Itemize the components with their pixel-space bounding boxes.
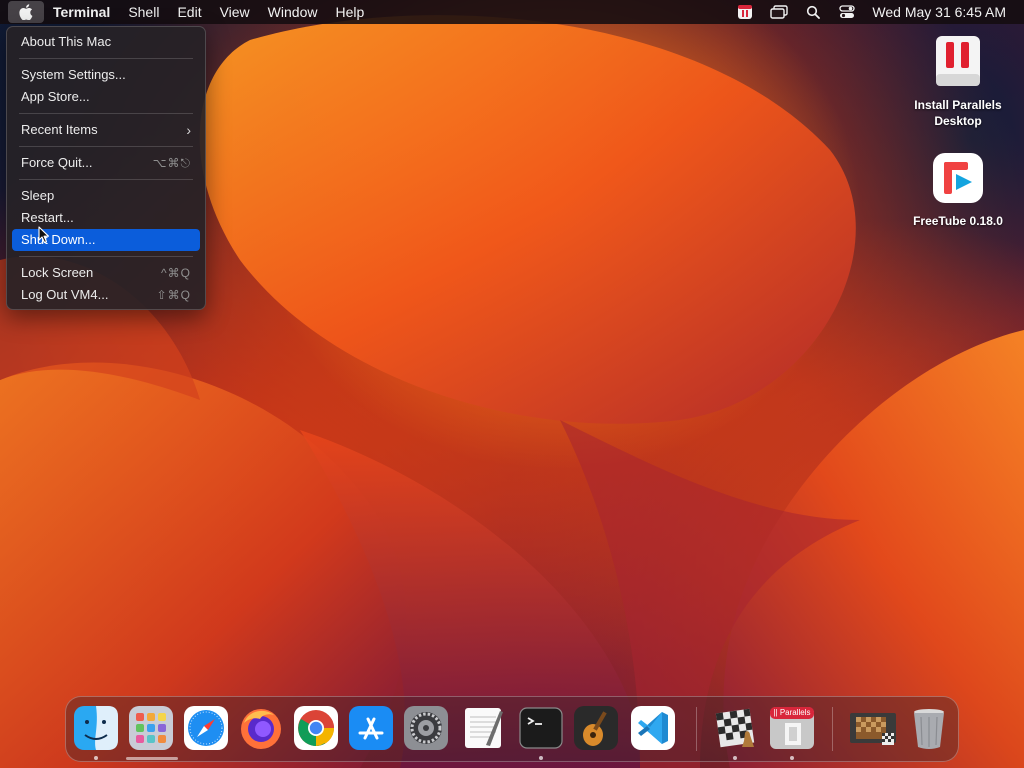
menu-item-label: Recent Items xyxy=(21,122,98,137)
menu-item-app-store[interactable]: App Store... xyxy=(12,86,200,108)
menu-item-label: Log Out VM4... xyxy=(21,287,109,302)
app-store-icon[interactable] xyxy=(348,705,394,751)
menu-item-label: Sleep xyxy=(21,188,55,203)
running-indicator xyxy=(94,756,98,760)
menu-item-label: About This Mac xyxy=(21,34,112,49)
menu-item-recent-items[interactable]: Recent Items › xyxy=(12,119,200,141)
spotlight-search-icon[interactable] xyxy=(796,0,830,24)
menu-item-label: App Store... xyxy=(21,89,90,104)
menu-shell[interactable]: Shell xyxy=(119,0,168,24)
desktop-icon-label: Desktop xyxy=(934,114,982,128)
menu-item-system-settings[interactable]: System Settings... xyxy=(12,64,200,86)
menu-app-name[interactable]: Terminal xyxy=(44,0,119,24)
menu-item-about-this-mac[interactable]: About This Mac xyxy=(12,31,200,53)
chess-icon[interactable] xyxy=(712,705,758,751)
running-indicator xyxy=(733,756,737,760)
menu-item-force-quit[interactable]: Force Quit... ⌥⌘⎋ xyxy=(12,152,200,174)
garageband-icon[interactable] xyxy=(573,705,619,751)
dock: || Parallels xyxy=(65,696,959,762)
menu-item-label: System Settings... xyxy=(21,67,126,82)
mouse-cursor-icon xyxy=(38,226,50,244)
dock-separator xyxy=(696,707,697,751)
freetube-icon xyxy=(933,153,983,203)
control-center-icon[interactable] xyxy=(830,0,864,24)
chevron-right-icon: › xyxy=(186,122,191,138)
parallels-desktop-icon[interactable]: || Parallels xyxy=(767,705,817,751)
desktop-icon-label: FreeTube 0.18.0 xyxy=(913,214,1003,228)
trash-icon[interactable] xyxy=(906,705,952,751)
chess-window-icon[interactable] xyxy=(848,705,898,751)
running-indicator xyxy=(539,756,543,760)
window-switcher-icon[interactable] xyxy=(762,0,796,24)
menu-item-shortcut: ⇧⌘Q xyxy=(156,288,191,302)
menu-window[interactable]: Window xyxy=(259,0,327,24)
menu-item-label: Force Quit... xyxy=(21,155,93,170)
desktop-icon-freetube[interactable]: FreeTube 0.18.0 xyxy=(903,150,1013,229)
system-settings-icon[interactable] xyxy=(403,705,449,751)
menu-item-log-out[interactable]: Log Out VM4... ⇧⌘Q xyxy=(12,284,200,306)
dock-scroll-indicator xyxy=(126,757,178,760)
safari-icon[interactable] xyxy=(183,705,229,751)
menu-item-sleep[interactable]: Sleep xyxy=(12,185,200,207)
parallels-badge: || Parallels xyxy=(773,708,811,717)
menu-item-lock-screen[interactable]: Lock Screen ^⌘Q xyxy=(12,262,200,284)
menu-bar: Terminal Shell Edit View Window Help Wed… xyxy=(0,0,1024,24)
finder-icon[interactable] xyxy=(73,705,119,751)
menu-separator xyxy=(19,113,193,114)
terminal-icon[interactable] xyxy=(518,705,564,751)
launchpad-icon[interactable] xyxy=(128,705,174,751)
chrome-icon[interactable] xyxy=(293,705,339,751)
menu-clock[interactable]: Wed May 31 6:45 AM xyxy=(864,0,1024,24)
desktop-icon-install-parallels[interactable]: Install Parallels Desktop xyxy=(903,34,1013,129)
apple-menu: About This Mac System Settings... App St… xyxy=(6,26,206,310)
firefox-icon[interactable] xyxy=(238,705,284,751)
apple-logo-icon[interactable] xyxy=(8,1,44,23)
menu-separator xyxy=(19,179,193,180)
desktop: Terminal Shell Edit View Window Help Wed… xyxy=(0,0,1024,768)
vscode-icon[interactable] xyxy=(630,705,676,751)
menu-separator xyxy=(19,256,193,257)
menu-item-shortcut: ^⌘Q xyxy=(161,266,191,280)
menu-separator xyxy=(19,146,193,147)
menu-help[interactable]: Help xyxy=(326,0,373,24)
dock-separator xyxy=(832,707,833,751)
menu-item-label: Shut Down... xyxy=(21,232,96,247)
menu-separator xyxy=(19,58,193,59)
running-indicator xyxy=(790,756,794,760)
textedit-icon[interactable] xyxy=(460,705,506,751)
desktop-icon-label: Install Parallels xyxy=(914,98,1002,112)
menu-item-shortcut: ⌥⌘⎋ xyxy=(152,156,191,170)
menu-item-label: Lock Screen xyxy=(21,265,94,280)
menu-view[interactable]: View xyxy=(211,0,259,24)
menu-edit[interactable]: Edit xyxy=(168,0,210,24)
parallels-installer-icon xyxy=(936,36,980,86)
parallels-status-icon[interactable] xyxy=(728,0,762,24)
